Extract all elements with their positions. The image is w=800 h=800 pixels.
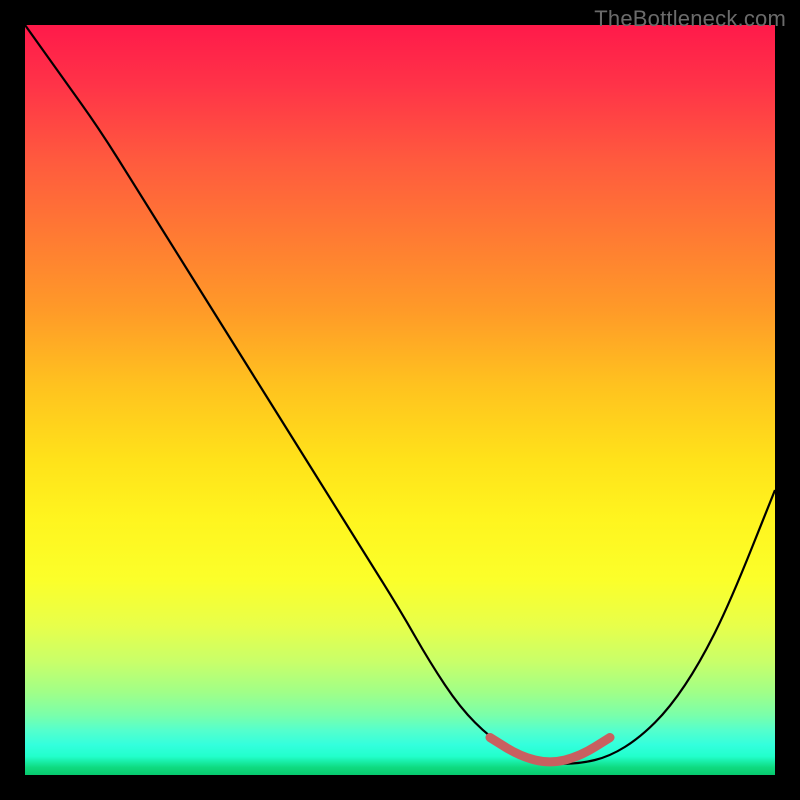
curve-path (25, 25, 775, 764)
highlight-path (490, 738, 610, 762)
plot-area (25, 25, 775, 775)
bottleneck-curve (25, 25, 775, 775)
watermark-text: TheBottleneck.com (594, 6, 786, 32)
chart-frame: TheBottleneck.com (0, 0, 800, 800)
